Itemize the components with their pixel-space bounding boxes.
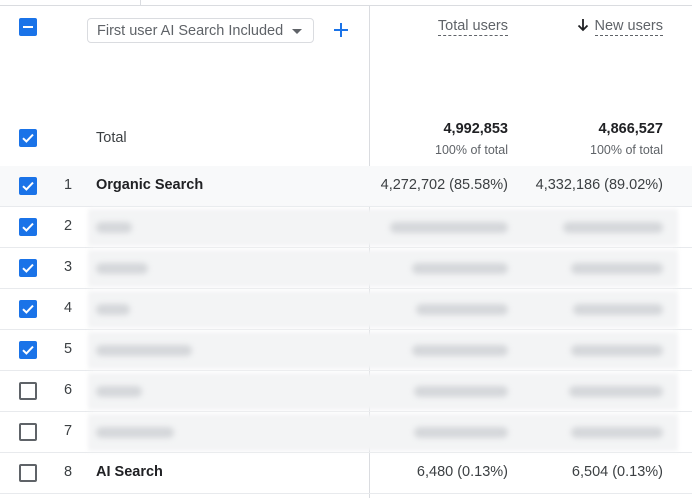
total-row-checkbox[interactable] (19, 129, 37, 147)
select-all-checkbox[interactable] (19, 18, 37, 36)
redacted-channel-name (96, 304, 130, 315)
redacted-new-users (571, 263, 663, 274)
check-icon (22, 345, 34, 355)
redacted-total-users (390, 222, 508, 233)
row-number: 8 (63, 464, 73, 480)
row-new-users: 6,504 (0.13%) (571, 464, 663, 480)
redacted-total-users (414, 427, 508, 438)
redacted-channel-name (96, 386, 142, 397)
column-header-new-users[interactable]: New users (576, 18, 663, 36)
table-row[interactable]: 3 (0, 248, 692, 289)
row-number: 4 (63, 300, 73, 316)
table-row[interactable]: 5 (0, 330, 692, 371)
minus-icon (23, 26, 33, 28)
row-number: 1 (63, 177, 73, 193)
redacted-new-users (569, 386, 663, 397)
top-border-tick (140, 0, 141, 5)
table-row[interactable]: 4 (0, 289, 692, 330)
plus-icon[interactable] (331, 20, 351, 40)
redacted-channel-name (96, 345, 192, 356)
row-total-users: 4,272,702 (85.58%) (380, 177, 508, 193)
row-checkbox[interactable] (19, 218, 37, 236)
total-users-value: 4,992,853 (443, 121, 508, 137)
redacted-total-users (416, 304, 508, 315)
row-channel-name[interactable]: AI Search (96, 464, 163, 480)
table-row[interactable]: 7 (0, 412, 692, 453)
row-channel-name[interactable]: Organic Search (96, 177, 203, 193)
dimension-select-label: First user AI Search Included (97, 23, 284, 39)
row-number: 6 (63, 382, 73, 398)
row-new-users: 4,332,186 (89.02%) (535, 177, 663, 193)
table-row[interactable]: 8 AI Search 6,480 (0.13%) 6,504 (0.13%) (0, 453, 692, 494)
check-icon (22, 304, 34, 314)
column-header-total-users-label: Total users (437, 18, 508, 36)
row-checkbox[interactable] (19, 177, 37, 195)
new-users-total-value: 4,866,527 (598, 121, 663, 137)
redacted-channel-name (96, 263, 148, 274)
row-number: 2 (63, 218, 73, 234)
row-number: 5 (63, 341, 73, 357)
caret-down-icon (292, 29, 302, 34)
row-checkbox[interactable] (19, 300, 37, 318)
table-row[interactable]: 2 (0, 207, 692, 248)
column-header-total-users[interactable]: Total users (437, 18, 508, 36)
check-icon (22, 133, 34, 143)
row-total-users: 6,480 (0.13%) (416, 464, 508, 480)
redacted-total-users (412, 263, 508, 274)
row-number: 3 (63, 259, 73, 275)
redacted-total-users (412, 345, 508, 356)
row-number: 7 (63, 423, 73, 439)
redacted-new-users (563, 222, 663, 233)
dimension-select[interactable]: First user AI Search Included (87, 18, 314, 43)
redacted-new-users (571, 427, 663, 438)
table-row[interactable]: 6 (0, 371, 692, 412)
redacted-total-users (414, 386, 508, 397)
top-border (0, 5, 692, 6)
check-icon (22, 263, 34, 273)
redacted-channel-name (96, 427, 174, 438)
row-checkbox[interactable] (19, 382, 37, 400)
row-checkbox[interactable] (19, 423, 37, 441)
column-header-new-users-label: New users (594, 18, 663, 36)
table-row[interactable]: 1 Organic Search 4,272,702 (85.58%) 4,332,1… (0, 166, 692, 207)
check-icon (22, 222, 34, 232)
total-users-percent: 100% of total (435, 143, 508, 157)
redacted-new-users (573, 304, 663, 315)
redacted-channel-name (96, 222, 132, 233)
row-checkbox[interactable] (19, 464, 37, 482)
new-users-total-percent: 100% of total (590, 143, 663, 157)
total-label: Total (96, 130, 127, 146)
arrow-down-icon (577, 19, 588, 32)
check-icon (22, 181, 34, 191)
row-checkbox[interactable] (19, 341, 37, 359)
redacted-new-users (571, 345, 663, 356)
row-checkbox[interactable] (19, 259, 37, 277)
